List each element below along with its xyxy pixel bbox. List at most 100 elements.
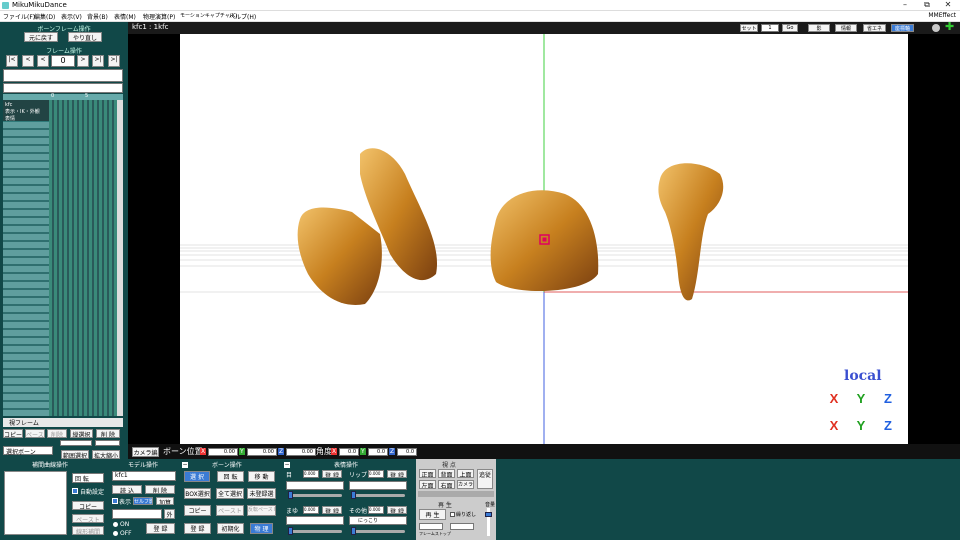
play-start-input[interactable] — [419, 523, 443, 530]
lip-slider-knob[interactable] — [351, 491, 356, 499]
lip-slider[interactable] — [351, 494, 405, 497]
other-value-input[interactable]: 0.000 — [368, 506, 384, 514]
lip-register-button[interactable]: 登 録 — [387, 470, 407, 478]
model-register-button[interactable]: 登 録 — [146, 523, 175, 534]
show-checkbox[interactable] — [112, 498, 118, 504]
timeline-row[interactable]: kfc — [3, 100, 49, 108]
model-load-button[interactable]: 読 込 — [112, 485, 142, 494]
eye-slider[interactable] — [288, 494, 342, 497]
eye-dropdown[interactable] — [286, 481, 344, 490]
eye-register-button[interactable]: 登 録 — [322, 470, 342, 478]
bone-register-button[interactable]: 登 録 — [184, 523, 211, 534]
bone-copy-button[interactable]: コピー — [184, 505, 211, 516]
frame-number-input[interactable]: 0 — [51, 55, 75, 67]
bone-move-button[interactable]: 移 動 — [248, 471, 275, 482]
add-icon[interactable]: ✚ — [945, 21, 954, 32]
timeline-scrollbar[interactable] — [117, 100, 123, 416]
pos-y-input[interactable]: 0.00 — [247, 448, 277, 456]
other-dropdown[interactable]: にっこり — [349, 516, 407, 525]
local-y-rotate-icon[interactable]: Y — [852, 391, 870, 407]
paste-button[interactable]: ペースト — [25, 429, 45, 438]
copy-button[interactable]: コピー — [3, 429, 23, 438]
delete-frame-button[interactable]: 削除 — [47, 429, 67, 438]
set-input[interactable]: 1 — [761, 24, 779, 32]
off-radio[interactable] — [113, 531, 118, 536]
menu-file[interactable]: ファイル(F) — [3, 12, 35, 21]
follow-button[interactable]: 追従 — [477, 469, 493, 489]
timeline[interactable]: 0 5 kfc 表示・IK・外観 表情 — [3, 93, 123, 416]
angle-x-input[interactable]: 0.0 — [339, 448, 359, 456]
bone-select-button[interactable]: 選 択 — [184, 471, 210, 482]
3d-viewport[interactable]: local X Y Z X Y Z — [180, 34, 908, 444]
on-radio[interactable] — [113, 522, 118, 527]
bone-name-field[interactable] — [3, 69, 123, 82]
pos-x-input[interactable]: 0.00 — [208, 448, 238, 456]
brow-value-input[interactable]: 0.000 — [303, 506, 319, 514]
front-view-button[interactable]: 正面 — [419, 469, 436, 478]
outer-parent-dropdown[interactable] — [112, 509, 162, 519]
interp-paste-button[interactable]: ペースト — [72, 514, 104, 523]
angle-z-input[interactable]: 0.0 — [397, 448, 417, 456]
prev-key-button[interactable]: < — [22, 55, 34, 67]
outer-parent-button[interactable]: 外 — [164, 509, 175, 519]
menu-expression[interactable]: 表情(M) — [114, 12, 136, 21]
volume-knob[interactable] — [485, 512, 492, 517]
right-view-button[interactable]: 右面 — [438, 480, 455, 489]
physics-button[interactable]: 物 理 — [250, 523, 273, 534]
light-icon[interactable] — [932, 24, 940, 32]
reverse-paste-button[interactable]: 反転ペースト — [247, 505, 276, 516]
lip-value-input[interactable]: 0.000 — [368, 470, 384, 478]
left-view-button[interactable]: 左面 — [419, 480, 436, 489]
frame-range-field[interactable] — [60, 440, 92, 446]
local-x-rotate-icon[interactable]: X — [825, 391, 843, 407]
frame-range-field-2[interactable] — [95, 440, 120, 446]
timeline-row[interactable]: 表情 — [3, 114, 49, 122]
range-select-button[interactable]: 範囲選択 — [61, 450, 89, 459]
other-register-button[interactable]: 登 録 — [387, 506, 407, 514]
pos-z-input[interactable]: 0.00 — [286, 448, 316, 456]
repeat-checkbox[interactable] — [450, 512, 455, 517]
local-z-rotate-icon[interactable]: Z — [879, 391, 897, 407]
eye-slider-knob[interactable] — [288, 491, 293, 499]
camera-edit-tab[interactable]: カメラ編 — [132, 447, 159, 457]
brow-register-button[interactable]: 登 録 — [322, 506, 342, 514]
model-dropdown[interactable]: kfc1 — [112, 471, 176, 481]
model-delete-button[interactable]: 削 除 — [145, 485, 175, 494]
prev-frame-button[interactable]: < — [37, 55, 49, 67]
linear-interp-button[interactable]: 線形補間 — [72, 526, 104, 535]
back-view-button[interactable]: 背面 — [438, 469, 455, 478]
unregistered-select-button[interactable]: 未登録選 — [247, 488, 276, 499]
self-shadow-button[interactable]: セルフ影 — [133, 497, 153, 505]
close-button[interactable]: ✕ — [938, 0, 958, 10]
timeline-row[interactable]: 表示・IK・外観 — [3, 107, 49, 115]
view-frame-tab[interactable]: 視フレーム — [3, 418, 123, 427]
menu-physics[interactable]: 物理演算(P) — [143, 12, 175, 21]
next-frame-button[interactable]: > — [77, 55, 89, 67]
delete-button[interactable]: 削 除 — [96, 429, 120, 438]
play-end-input[interactable] — [450, 523, 474, 530]
bone-paste-button[interactable]: ペースト — [216, 505, 244, 516]
bone-reset-button[interactable]: 初期化 — [217, 523, 244, 534]
menu-help[interactable]: ヘルプ(H) — [229, 12, 256, 21]
angle-y-input[interactable]: 0.0 — [368, 448, 388, 456]
local-x-move-icon[interactable]: X — [825, 418, 843, 434]
vertical-select-button[interactable]: 縦選択 — [70, 429, 93, 438]
brow-slider[interactable] — [288, 530, 342, 533]
next-key-button[interactable]: >| — [92, 55, 104, 67]
eye-value-input[interactable]: 0.000 — [303, 470, 319, 478]
brow-slider-knob[interactable] — [288, 527, 293, 535]
bone-collapse-icon[interactable]: − — [182, 462, 188, 468]
undo-button[interactable]: 元に戻す — [24, 32, 58, 42]
bone-info-field[interactable] — [3, 83, 123, 93]
info-button[interactable]: 情報 — [835, 24, 857, 32]
other-slider-knob[interactable] — [351, 527, 356, 535]
auto-set-checkbox[interactable] — [72, 488, 78, 494]
select-all-button[interactable]: 全て選択 — [216, 488, 244, 499]
interpolation-curve[interactable] — [4, 471, 67, 535]
top-view-button[interactable]: 上面 — [457, 469, 474, 478]
brow-dropdown[interactable] — [286, 516, 344, 525]
go-button[interactable]: Go — [782, 24, 798, 32]
last-frame-button[interactable]: >| — [108, 55, 120, 67]
camera-view-button[interactable]: カメラ — [457, 480, 474, 489]
maximize-button[interactable]: ⧉ — [917, 0, 937, 10]
